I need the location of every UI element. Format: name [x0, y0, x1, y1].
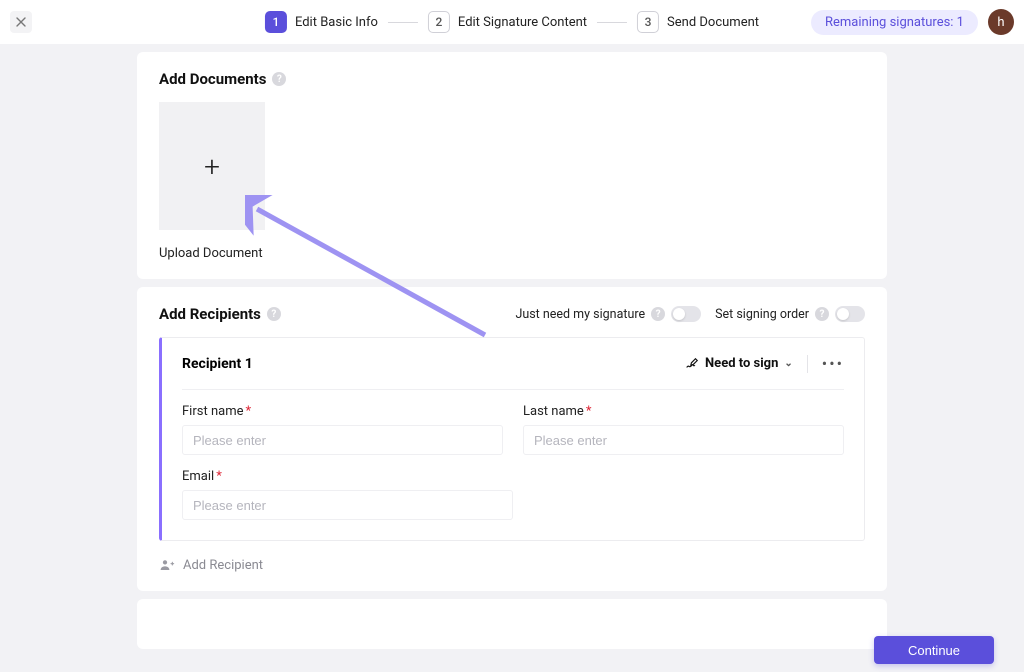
last-name-input[interactable]: [523, 425, 844, 455]
step-number: 1: [265, 11, 287, 33]
header-right: Remaining signatures: 1 h: [811, 9, 1014, 35]
help-icon[interactable]: ?: [815, 307, 829, 321]
step-3[interactable]: 3 Send Document: [637, 11, 759, 33]
toggle-label: Just need my signature: [515, 307, 645, 322]
close-icon: [16, 17, 26, 27]
step-label: Send Document: [667, 15, 759, 30]
need-to-sign-dropdown[interactable]: Need to sign ⌄: [685, 356, 793, 371]
step-label: Edit Basic Info: [295, 15, 378, 30]
step-label: Edit Signature Content: [458, 15, 587, 30]
recipient-title: Recipient 1: [182, 356, 253, 372]
just-my-signature-toggle[interactable]: [671, 306, 701, 322]
chevron-down-icon: ⌄: [784, 358, 792, 369]
signing-order-toggle[interactable]: [835, 306, 865, 322]
divider: [182, 389, 844, 390]
add-recipient-button[interactable]: Add Recipient: [159, 557, 865, 573]
divider: [807, 355, 808, 373]
email-input[interactable]: [182, 490, 513, 520]
upload-label: Upload Document: [159, 246, 865, 261]
step-connector: [388, 22, 418, 23]
help-icon[interactable]: ?: [267, 307, 281, 321]
more-menu[interactable]: •••: [822, 354, 844, 373]
next-card: [137, 599, 887, 649]
add-recipients-card: Add Recipients ? Just need my signature …: [137, 287, 887, 591]
help-icon[interactable]: ?: [651, 307, 665, 321]
step-connector: [597, 22, 627, 23]
card-title: Add Recipients: [159, 305, 261, 323]
remaining-signatures-badge: Remaining signatures: 1: [811, 10, 978, 35]
just-my-signature-group: Just need my signature ?: [515, 306, 701, 322]
first-name-input[interactable]: [182, 425, 503, 455]
add-person-icon: [159, 557, 175, 573]
first-name-label: First name*: [182, 404, 503, 419]
recipient-block: Recipient 1 Need to sign ⌄ ••• First nam…: [159, 337, 865, 541]
dropdown-label: Need to sign: [705, 356, 778, 371]
email-label: Email*: [182, 469, 513, 484]
last-name-label: Last name*: [523, 404, 844, 419]
progress-steps: 1 Edit Basic Info 2 Edit Signature Conte…: [265, 11, 759, 33]
header: 1 Edit Basic Info 2 Edit Signature Conte…: [0, 0, 1024, 44]
signature-icon: [685, 357, 699, 371]
plus-icon: +: [204, 150, 220, 183]
step-number: 3: [637, 11, 659, 33]
step-2[interactable]: 2 Edit Signature Content: [428, 11, 587, 33]
main-container: Add Documents ? + Upload Document Add Re…: [0, 44, 1024, 649]
add-documents-card: Add Documents ? + Upload Document: [137, 52, 887, 279]
step-number: 2: [428, 11, 450, 33]
add-recipient-label: Add Recipient: [183, 558, 263, 573]
toggle-label: Set signing order: [715, 307, 809, 322]
upload-document-tile[interactable]: +: [159, 102, 265, 230]
help-icon[interactable]: ?: [272, 72, 286, 86]
close-button[interactable]: [10, 11, 32, 33]
continue-button[interactable]: Continue: [874, 636, 994, 664]
avatar[interactable]: h: [988, 9, 1014, 35]
card-title: Add Documents: [159, 70, 266, 88]
signing-order-group: Set signing order ?: [715, 306, 865, 322]
step-1[interactable]: 1 Edit Basic Info: [265, 11, 378, 33]
